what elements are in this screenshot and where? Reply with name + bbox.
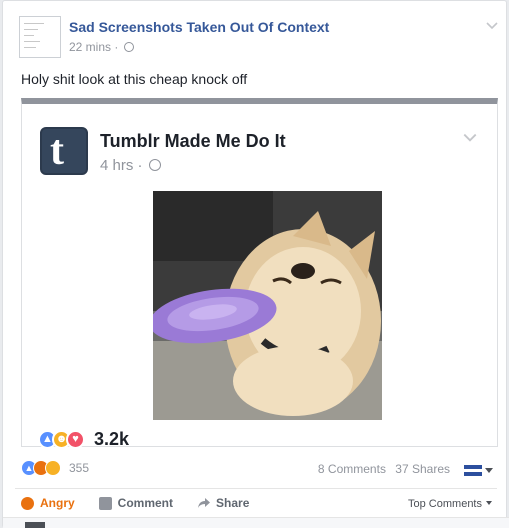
comment-label: Comment (117, 496, 174, 510)
post-reaction-count[interactable]: 355 (69, 461, 89, 475)
post-actions: Angry Comment Share (21, 495, 273, 511)
divider (15, 488, 497, 489)
post-caption: Holy shit look at this cheap knock off (21, 71, 248, 87)
comment-button[interactable]: Comment (98, 496, 174, 510)
share-arrow-icon (197, 497, 211, 510)
share-label: Share (216, 496, 250, 510)
caret-down-icon[interactable] (485, 468, 493, 473)
globe-icon (123, 42, 134, 52)
angry-label: Angry (40, 496, 75, 510)
post-time[interactable]: 22 mins · (69, 40, 118, 54)
tumblr-logo-letter: t (50, 128, 64, 174)
angry-face-icon (21, 496, 34, 510)
shared-reactions[interactable]: ▲ ☻ ♥ 3.2k (38, 428, 129, 450)
page-name-link[interactable]: Sad Screenshots Taken Out Of Context (69, 19, 329, 35)
comments-count-link[interactable]: 8 Comments (318, 462, 386, 476)
comment-icon (98, 496, 112, 510)
shared-page-name[interactable]: Tumblr Made Me Do It (100, 131, 286, 152)
shares-count-link[interactable]: 37 Shares (395, 462, 450, 476)
page-flag-icon[interactable] (464, 465, 482, 476)
shared-options-chevron-icon[interactable] (462, 130, 478, 146)
tumblr-logo-icon[interactable]: t (40, 127, 88, 175)
sad-icon (45, 460, 61, 476)
dog-frisbee-photo[interactable] (153, 191, 382, 420)
post-card: Sad Screenshots Taken Out Of Context 22 … (2, 0, 509, 528)
page-avatar[interactable] (19, 16, 61, 58)
love-icon: ♥ (66, 429, 85, 449)
angry-reaction-button[interactable]: Angry (21, 496, 75, 510)
user-avatar (25, 522, 45, 528)
shared-reaction-count[interactable]: 3.2k (94, 429, 129, 450)
post-options-chevron-icon[interactable] (485, 19, 499, 33)
comment-sort-dropdown[interactable]: Top Comments (408, 498, 492, 510)
globe-icon (148, 159, 161, 171)
shared-post[interactable]: t Tumblr Made Me Do It 4 hrs · ▲ ☻ ♥ 3.2… (21, 98, 498, 450)
caret-down-icon (486, 501, 492, 505)
share-button[interactable]: Share (197, 496, 249, 510)
post-stats: 8 Comments 37 Shares (312, 462, 450, 476)
post-timestamp[interactable]: 22 mins · (69, 40, 134, 54)
comment-composer-strip (3, 517, 509, 528)
shared-timestamp[interactable]: 4 hrs · (100, 157, 161, 174)
post-reactions[interactable]: ▲ 355 (21, 459, 89, 477)
comment-sort-label: Top Comments (408, 498, 482, 510)
shared-time[interactable]: 4 hrs · (100, 157, 143, 174)
